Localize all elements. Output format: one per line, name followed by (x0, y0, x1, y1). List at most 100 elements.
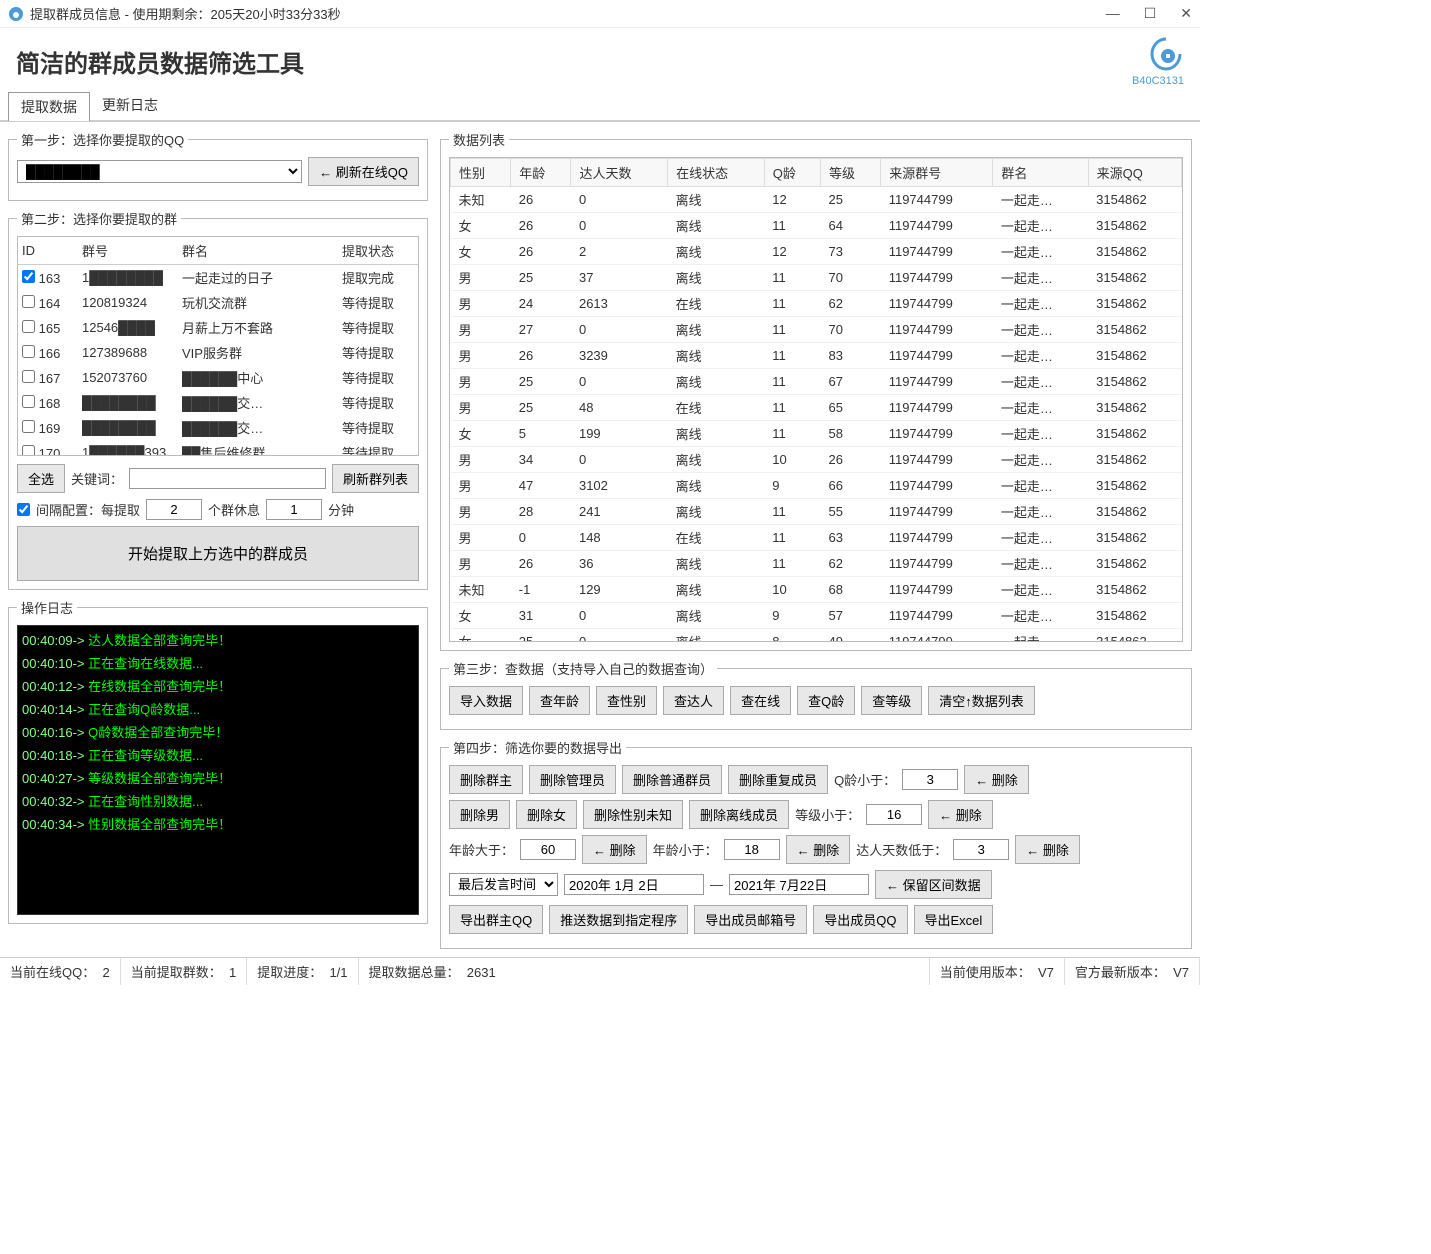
minimize-button[interactable]: — (1106, 5, 1120, 22)
data-col-header[interactable]: 等级 (820, 159, 880, 187)
col-status[interactable]: 提取状态 (338, 237, 418, 265)
group-row[interactable]: 1631████████一起走过的日子提取完成 (18, 265, 418, 291)
query-online-button[interactable]: 查在线 (730, 686, 791, 715)
data-col-header[interactable]: 达人天数 (571, 159, 668, 187)
keyword-input[interactable] (129, 468, 326, 489)
age-gt-input[interactable] (520, 839, 576, 860)
export-owner-button[interactable]: 导出群主QQ (449, 905, 543, 934)
group-row[interactable]: 168██████████████交…等待提取 (18, 390, 418, 415)
push-to-button[interactable]: 推送数据到指定程序 (549, 905, 688, 934)
del-daren-button[interactable]: ← 删除 (1015, 835, 1080, 864)
data-row[interactable]: 女260离线1164119744799一起走…3154862 (451, 213, 1182, 239)
group-row[interactable]: 1701██████393██售后维修群等待提取 (18, 440, 418, 456)
clear-datalist-button[interactable]: 清空↑数据列表 (928, 686, 1035, 715)
data-col-header[interactable]: Q龄 (764, 159, 820, 187)
col-groupnum[interactable]: 群号 (78, 237, 178, 265)
data-col-header[interactable]: 在线状态 (668, 159, 765, 187)
group-row[interactable]: 164120819324玩机交流群等待提取 (18, 290, 418, 315)
data-row[interactable]: 男0148在线1163119744799一起走…3154862 (451, 525, 1182, 551)
interval-count-input[interactable] (146, 499, 202, 520)
log-box[interactable]: 00:40:09-> 达人数据全部查询完毕！00:40:10-> 正在查询在线数… (17, 625, 419, 915)
data-row[interactable]: 男340离线1026119744799一起走…3154862 (451, 447, 1182, 473)
data-row[interactable]: 男28241离线1155119744799一起走…3154862 (451, 499, 1182, 525)
import-data-button[interactable]: 导入数据 (449, 686, 523, 715)
data-row[interactable]: 未知-1129离线1068119744799一起走…3154862 (451, 577, 1182, 603)
group-row[interactable]: 167152073760██████中心等待提取 (18, 365, 418, 390)
data-row[interactable]: 女250离线849119744799一起走…3154862 (451, 629, 1182, 643)
start-extract-button[interactable]: 开始提取上方选中的群成员 (17, 526, 419, 581)
query-qage-button[interactable]: 查Q龄 (797, 686, 855, 715)
del-dup-button[interactable]: 删除重复成员 (728, 765, 828, 794)
daren-lt-input[interactable] (953, 839, 1009, 860)
tab-extract[interactable]: 提取数据 (8, 92, 90, 121)
query-level-button[interactable]: 查等级 (861, 686, 922, 715)
query-daren-button[interactable]: 查达人 (663, 686, 724, 715)
data-col-header[interactable]: 来源群号 (881, 159, 993, 187)
del-level-button[interactable]: ← 删除 (928, 800, 993, 829)
del-admin-button[interactable]: 删除管理员 (529, 765, 616, 794)
group-checkbox[interactable] (22, 295, 35, 308)
tab-changelog[interactable]: 更新日志 (90, 91, 170, 120)
data-col-header[interactable]: 年龄 (511, 159, 571, 187)
data-col-header[interactable]: 性别 (451, 159, 511, 187)
group-row[interactable]: 166127389688VIP服务群等待提取 (18, 340, 418, 365)
data-row[interactable]: 男263239离线1183119744799一起走…3154862 (451, 343, 1182, 369)
del-qage-button[interactable]: ← 删除 (964, 765, 1029, 794)
data-row[interactable]: 男242613在线1162119744799一起走…3154862 (451, 291, 1182, 317)
data-table-wrap[interactable]: 性别年龄达人天数在线状态Q龄等级来源群号群名来源QQ 未知260离线122511… (449, 157, 1183, 642)
del-male-button[interactable]: 删除男 (449, 800, 510, 829)
del-member-button[interactable]: 删除普通群员 (622, 765, 722, 794)
group-checkbox[interactable] (22, 395, 35, 408)
group-checkbox[interactable] (22, 370, 35, 383)
maximize-button[interactable]: ☐ (1144, 5, 1157, 22)
group-checkbox[interactable] (22, 420, 35, 433)
del-age-gt-button[interactable]: ← 删除 (582, 835, 647, 864)
col-id[interactable]: ID (18, 237, 78, 265)
group-list[interactable]: ID 群号 群名 提取状态 1631████████一起走过的日子提取完成 16… (17, 236, 419, 456)
query-age-button[interactable]: 查年龄 (529, 686, 590, 715)
del-unknown-button[interactable]: 删除性别未知 (583, 800, 683, 829)
data-row[interactable]: 男473102离线966119744799一起走…3154862 (451, 473, 1182, 499)
export-mail-button[interactable]: 导出成员邮箱号 (694, 905, 807, 934)
refresh-qq-button[interactable]: ← 刷新在线QQ (308, 157, 419, 186)
data-row[interactable]: 男2548在线1165119744799一起走…3154862 (451, 395, 1182, 421)
data-col-header[interactable]: 来源QQ (1088, 159, 1181, 187)
data-row[interactable]: 女310离线957119744799一起走…3154862 (451, 603, 1182, 629)
del-owner-button[interactable]: 删除群主 (449, 765, 523, 794)
data-row[interactable]: 男250离线1167119744799一起走…3154862 (451, 369, 1182, 395)
del-female-button[interactable]: 删除女 (516, 800, 577, 829)
data-row[interactable]: 男2636离线1162119744799一起走…3154862 (451, 551, 1182, 577)
log-line: 00:40:14-> 正在查询Q龄数据... (22, 699, 414, 718)
interval-checkbox[interactable] (17, 503, 30, 516)
level-lt-input[interactable] (866, 804, 922, 825)
group-checkbox[interactable] (22, 445, 35, 457)
group-checkbox[interactable] (22, 270, 35, 283)
del-offline-button[interactable]: 删除离线成员 (689, 800, 789, 829)
qage-lt-input[interactable] (902, 769, 958, 790)
data-row[interactable]: 女262离线1273119744799一起走…3154862 (451, 239, 1182, 265)
date-from-input[interactable] (564, 874, 704, 895)
date-type-select[interactable]: 最后发言时间 (449, 873, 558, 896)
data-row[interactable]: 男2537离线1170119744799一起走…3154862 (451, 265, 1182, 291)
del-age-lt-button[interactable]: ← 删除 (786, 835, 851, 864)
col-groupname[interactable]: 群名 (178, 237, 338, 265)
data-row[interactable]: 女5199离线1158119744799一起走…3154862 (451, 421, 1182, 447)
data-col-header[interactable]: 群名 (993, 159, 1088, 187)
interval-minutes-input[interactable] (266, 499, 322, 520)
query-gender-button[interactable]: 查性别 (596, 686, 657, 715)
group-row[interactable]: 169██████████████交…等待提取 (18, 415, 418, 440)
group-checkbox[interactable] (22, 345, 35, 358)
refresh-grouplist-button[interactable]: 刷新群列表 (332, 464, 419, 493)
data-row[interactable]: 未知260离线1225119744799一起走…3154862 (451, 187, 1182, 213)
export-excel-button[interactable]: 导出Excel (914, 905, 994, 934)
data-row[interactable]: 男270离线1170119744799一起走…3154862 (451, 317, 1182, 343)
close-button[interactable]: ✕ (1180, 5, 1192, 22)
keep-range-button[interactable]: ← 保留区间数据 (875, 870, 992, 899)
qq-select[interactable]: ████████ (17, 160, 302, 183)
group-row[interactable]: 16512546████月薪上万不套路等待提取 (18, 315, 418, 340)
export-qq-button[interactable]: 导出成员QQ (813, 905, 907, 934)
group-checkbox[interactable] (22, 320, 35, 333)
select-all-button[interactable]: 全选 (17, 464, 65, 493)
date-to-input[interactable] (729, 874, 869, 895)
age-lt-input[interactable] (724, 839, 780, 860)
